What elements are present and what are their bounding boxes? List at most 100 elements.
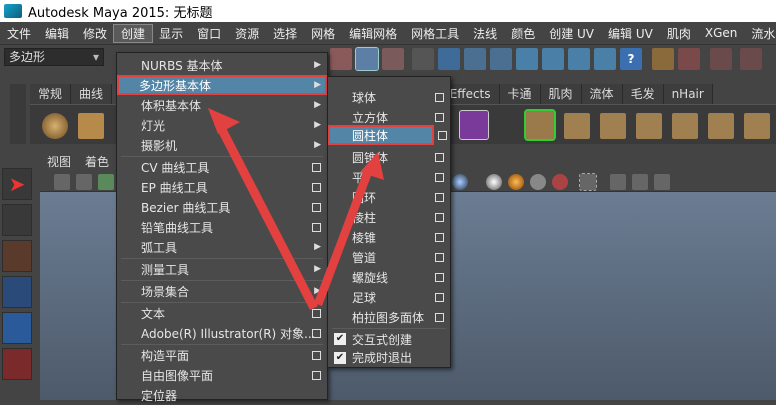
shelf-handle[interactable] [10, 84, 26, 144]
snap-curve-icon[interactable] [464, 48, 486, 70]
option-box-icon[interactable] [435, 233, 444, 242]
snap-grid-icon[interactable] [438, 48, 460, 70]
menu-normals[interactable]: 法线 [466, 25, 504, 42]
help-icon[interactable]: ? [620, 48, 642, 70]
option-box-icon[interactable] [435, 173, 444, 182]
menu-item-cube[interactable]: 立方体 [328, 107, 450, 127]
menu-item-locator[interactable]: 定位器 [117, 385, 327, 405]
menu-item-bezier-curve-tool[interactable]: Bezier 曲线工具 [117, 197, 327, 217]
menu-window[interactable]: 窗口 [190, 25, 228, 42]
lights-icon[interactable] [530, 174, 546, 190]
textured-icon[interactable] [508, 174, 524, 190]
shelf-tab-muscle[interactable]: 肌肉 [540, 84, 582, 104]
option-box-icon[interactable] [312, 203, 321, 212]
option-box-icon[interactable] [435, 253, 444, 262]
menu-item-free-image-plane[interactable]: 自由图像平面 [117, 365, 327, 385]
paint-tool-icon[interactable] [2, 240, 32, 272]
menu-create-uv[interactable]: 创建 UV [542, 25, 601, 42]
menu-mesh[interactable]: 网格 [304, 25, 342, 42]
shadows-icon[interactable] [552, 174, 568, 190]
menu-display[interactable]: 显示 [152, 25, 190, 42]
snap-surface-icon[interactable] [542, 48, 564, 70]
option-box-icon[interactable] [312, 163, 321, 172]
option-box-icon[interactable] [438, 131, 447, 140]
shelf-tab-general[interactable]: 常规 [30, 84, 72, 104]
menu-item-pipe[interactable]: 管道 [328, 247, 450, 267]
menu-color[interactable]: 颜色 [504, 25, 542, 42]
shelf-tab-nhair[interactable]: nHair [663, 84, 713, 104]
sphere-icon[interactable] [42, 113, 68, 139]
menu-edit[interactable]: 编辑 [38, 25, 76, 42]
append-icon[interactable] [672, 113, 698, 139]
option-box-icon[interactable] [435, 193, 444, 202]
shelf-tab-curves[interactable]: 曲线 [71, 84, 113, 104]
xray-icon[interactable] [610, 174, 626, 190]
menu-item-platonic-solids[interactable]: 柏拉图多面体 [328, 307, 450, 327]
snap-view-icon[interactable] [516, 48, 538, 70]
menu-mesh-tools[interactable]: 网格工具 [404, 25, 466, 42]
menu-edit-uv[interactable]: 编辑 UV [601, 25, 660, 42]
option-box-icon[interactable] [435, 113, 444, 122]
image-plane-icon[interactable] [98, 174, 114, 190]
snap-point-icon[interactable] [490, 48, 512, 70]
poly-cube-icon[interactable] [459, 110, 489, 140]
menu-modify[interactable]: 修改 [76, 25, 114, 42]
cube-icon[interactable] [78, 113, 104, 139]
snap-vertex-icon[interactable] [568, 48, 590, 70]
checkmark-icon[interactable]: ✔ [334, 352, 346, 364]
menu-item-measure-tools[interactable]: 测量工具 ▶ [117, 259, 327, 279]
move-tool-icon[interactable] [2, 276, 32, 308]
lasso-tool-icon[interactable] [2, 204, 32, 236]
option-box-icon[interactable] [435, 293, 444, 302]
rotate-tool-icon[interactable] [2, 312, 32, 344]
select-object-icon[interactable] [382, 48, 404, 70]
menu-item-cone[interactable]: 圆锥体 [328, 147, 450, 167]
menu-item-cylinder[interactable]: 圆柱体 [328, 125, 434, 145]
checkmark-icon[interactable]: ✔ [334, 333, 346, 345]
menu-item-interactive-creation[interactable]: ✔ 交互式创建 [328, 329, 450, 349]
menu-muscle[interactable]: 肌肉 [660, 25, 698, 42]
scale-tool-icon[interactable] [2, 348, 32, 380]
panel-menu-view[interactable]: 视图 [40, 153, 78, 170]
merge-icon[interactable] [744, 113, 770, 139]
menu-item-adobe-illustrator-object[interactable]: Adobe(R) Illustrator(R) 对象... [117, 323, 327, 343]
select-tool-icon[interactable]: ➤ [2, 168, 32, 200]
menu-item-plane[interactable]: 平 [328, 167, 450, 187]
mode-selector[interactable]: 多边形 [4, 48, 104, 66]
menu-item-cameras[interactable]: 摄影机 ▶ [117, 135, 327, 155]
menu-item-volume-primitives[interactable]: 体积基本体 ▶ [117, 95, 327, 115]
history-icon[interactable] [652, 48, 674, 70]
menu-file[interactable]: 文件 [0, 25, 38, 42]
menu-item-torus[interactable]: 圆环 [328, 187, 450, 207]
magnet-icon[interactable] [710, 48, 732, 70]
snap-toggle-icon[interactable] [330, 48, 352, 70]
smooth-shade-icon[interactable] [486, 174, 502, 190]
option-box-icon[interactable] [435, 313, 444, 322]
menu-item-prism[interactable]: 棱柱 [328, 207, 450, 227]
cut-faces-icon[interactable] [524, 109, 556, 141]
menu-item-helix[interactable]: 螺旋线 [328, 267, 450, 287]
option-box-icon[interactable] [435, 273, 444, 282]
shelf-tab-fur[interactable]: 毛发 [622, 84, 664, 104]
bookmark-icon[interactable] [76, 174, 92, 190]
option-box-icon[interactable] [312, 223, 321, 232]
option-box-icon[interactable] [312, 351, 321, 360]
option-box-icon[interactable] [435, 93, 444, 102]
menu-create[interactable]: 创建 [113, 23, 154, 43]
menu-item-sphere[interactable]: 球体 [328, 87, 450, 107]
menu-item-pyramid[interactable]: 棱锥 [328, 227, 450, 247]
menu-fluid[interactable]: 流水 [744, 25, 776, 42]
magnet-alt-icon[interactable] [740, 48, 762, 70]
option-box-icon[interactable] [312, 309, 321, 318]
option-box-icon[interactable] [435, 153, 444, 162]
xray-joints-icon[interactable] [632, 174, 648, 190]
snap-edge-icon[interactable] [594, 48, 616, 70]
menu-item-nurbs-primitives[interactable]: NURBS 基本体 ▶ [117, 55, 327, 75]
menu-item-pencil-curve-tool[interactable]: 铅笔曲线工具 [117, 217, 327, 237]
menu-xgen[interactable]: XGen [698, 26, 745, 40]
menu-select[interactable]: 选择 [266, 25, 304, 42]
bridge-icon[interactable] [636, 113, 662, 139]
menu-item-text[interactable]: 文本 [117, 303, 327, 323]
panel-menu-shading[interactable]: 着色 [78, 153, 116, 170]
select-hierarchy-icon[interactable] [355, 47, 379, 71]
